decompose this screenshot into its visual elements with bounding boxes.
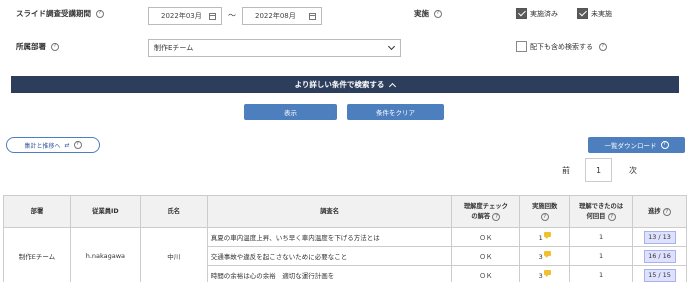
count-value: 3 [538,272,543,280]
cell-understood: 1 [569,265,633,282]
cell-progress: 13 / 13 [632,227,687,247]
checkbox-box[interactable] [516,8,527,19]
implement-not-done-text: 未実施 [591,9,612,18]
col-course-text: 調査名 [320,207,340,215]
date-separator: ～ [228,11,236,20]
cell-understood: 1 [569,246,633,266]
cell-progress: 15 / 15 [632,265,687,282]
cell-course: 交通事故や違反を起こさないために必要なこと [206,246,453,266]
date-from-value: 2022年03月 [161,12,202,20]
help-icon[interactable]: ? [492,213,501,222]
col-emp-id-text: 従業員ID [92,207,119,215]
dept-label: 所属部署 ? [16,41,59,52]
dept-text: 所属部署 [16,42,46,51]
help-icon[interactable]: ? [599,42,607,51]
progress-badge[interactable]: 16 / 16 [643,249,676,263]
date-to-field[interactable]: 2022年08月 [242,7,322,25]
col-understood-line2: 何回目 ? [572,212,630,222]
chevron-down-icon [387,42,396,51]
col-understood-line1: 理解できたのは [579,202,624,210]
comment-bubble-icon[interactable] [543,232,551,239]
col-check: 理解度チェック の解答 ? [451,195,521,228]
advanced-search-toggle[interactable]: より詳しい条件で検索する [11,76,679,93]
col-check-text: の解答 [471,212,491,220]
help-icon[interactable]: ? [540,213,549,222]
results-table: 部署 従業員ID 氏名 調査名 理解度チェック の解答 ? 実施回数 ? 理解で… [3,195,687,282]
col-progress-text: 進捗 [648,207,661,215]
slide-period-text: スライド調査受講期間 [16,9,91,18]
col-name: 氏名 [139,195,208,228]
calendar-icon[interactable] [309,12,316,20]
col-course: 調査名 [206,195,453,228]
cell-emp-id: h.nakagawa [69,227,141,282]
cell-check: ＯＫ [451,246,521,266]
history-button-label: 集計と推移へ [24,142,61,150]
switch-icon: ⇄ [64,141,70,149]
progress-badge[interactable]: 13 / 13 [643,230,676,244]
download-list-button[interactable]: 一覧ダウンロード ? [588,137,685,153]
display-button[interactable]: 表示 [244,104,337,120]
cell-name: 中川 [139,227,208,282]
cell-understood: 1 [569,227,633,247]
help-icon[interactable]: ? [96,9,104,18]
help-icon[interactable]: ? [434,9,442,18]
col-progress: 進捗 ? [632,195,687,228]
cell-count: 3 [519,265,571,282]
cell-check: ＯＫ [451,265,521,282]
help-icon[interactable]: ? [660,141,669,149]
count-value: 3 [538,253,543,261]
table-header-row: 部署 従業員ID 氏名 調査名 理解度チェック の解答 ? 実施回数 ? 理解で… [3,195,687,228]
cell-progress: 16 / 16 [632,246,687,266]
implement-label: 実施 ? [414,8,442,19]
count-value: 1 [538,234,543,242]
date-from-field[interactable]: 2022年03月 [148,7,222,25]
cell-dept: 制作Eチーム [3,227,71,282]
comment-bubble-icon[interactable] [543,251,551,258]
advanced-search-text: より詳しい条件で検索する [294,80,385,89]
col-dept-text: 部署 [30,207,44,215]
col-check-line2: の解答 ? [454,212,517,222]
checkbox-box[interactable] [516,41,527,52]
progress-badge[interactable]: 15 / 15 [643,268,676,282]
download-button-label: 一覧ダウンロード [604,142,657,150]
col-count-text: 実施回数 [532,202,558,210]
include-sub-text: 配下も含め検索する [530,42,593,51]
dept-select-value: 制作Eチーム [154,44,194,52]
col-count: 実施回数 ? [519,195,571,228]
help-icon[interactable]: ? [73,141,82,149]
col-name-text: 氏名 [167,207,181,215]
page-next[interactable]: 次 [622,160,644,180]
col-check-line1: 理解度チェック [463,202,508,210]
calendar-icon[interactable] [209,12,216,20]
date-to-value: 2022年08月 [255,12,296,20]
dept-select[interactable]: 制作Eチーム [148,39,401,57]
cell-count: 1 [519,227,571,247]
cell-check: ＯＫ [451,227,521,247]
col-emp-id: 従業員ID [69,195,141,228]
page-prev[interactable]: 前 [555,160,577,180]
caret-up-icon [389,82,397,90]
help-icon[interactable]: ? [607,213,616,222]
col-understood: 理解できたのは 何回目 ? [569,195,633,228]
cell-course: 時間の余裕は心の余裕 適切な運行計画を [206,265,453,282]
cell-course: 真夏の車内温度上昇、いち早く車内温度を下げる方法とは [206,227,453,247]
table-row: 制作Eチーム h.nakagawa 中川 真夏の車内温度上昇、いち早く車内温度を… [3,227,687,282]
help-icon[interactable]: ? [51,42,59,51]
implement-done-text: 実施済み [530,9,558,18]
cell-count: 3 [519,246,571,266]
history-button[interactable]: 集計と推移へ ⇄ ? [6,137,100,153]
implement-text: 実施 [414,9,429,18]
comment-bubble-icon[interactable] [543,270,551,277]
page-current[interactable]: 1 [585,158,612,182]
implement-not-done-checkbox[interactable]: 未実施 [577,8,612,19]
help-icon[interactable]: ? [662,208,671,217]
slide-period-label: スライド調査受講期間 ? [16,8,104,19]
col-dept: 部署 [3,195,71,228]
include-sub-checkbox[interactable]: 配下も含め検索する ? [516,41,607,52]
implement-done-checkbox[interactable]: 実施済み [516,8,558,19]
clear-conditions-button[interactable]: 条件をクリア [347,104,444,120]
checkbox-box[interactable] [577,8,588,19]
col-understood-text: 何回目 [586,212,606,220]
